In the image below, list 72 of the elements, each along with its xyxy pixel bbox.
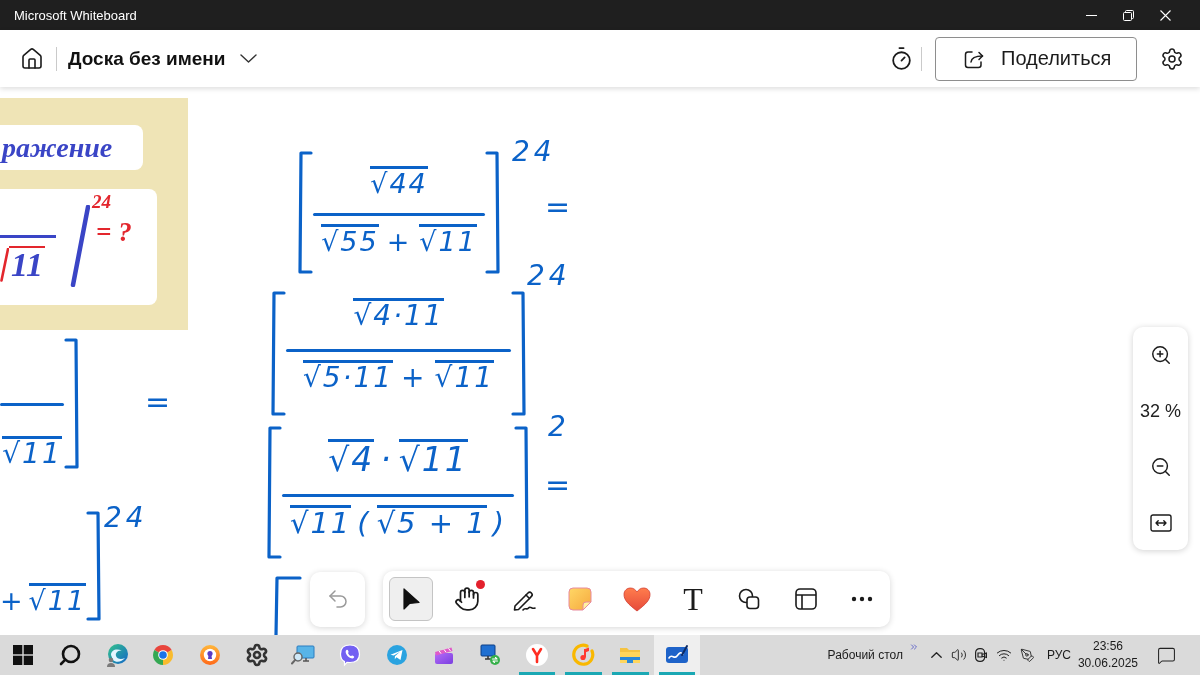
handwritten-term: √11 [28, 583, 87, 616]
handwritten-term: √11 [2, 436, 62, 470]
camera-icon[interactable] [974, 648, 987, 662]
home-icon [20, 46, 44, 71]
four-panes-icon [13, 645, 34, 665]
bracket-stroke [272, 575, 302, 635]
caret-up-icon[interactable] [930, 652, 942, 658]
settings-icon [244, 643, 269, 667]
minimize-icon [1086, 14, 1097, 16]
handwritten-equals-sign: = [145, 390, 171, 414]
handwritten-exponent: 24 [512, 138, 556, 166]
heart-icon [621, 585, 652, 613]
radical-sign-icon [0, 248, 9, 282]
slide-heading: ражение [2, 131, 113, 164]
handwritten-term: · [380, 439, 393, 479]
handwritten-exponent: 24 [527, 262, 571, 290]
y-logo-icon [524, 643, 549, 667]
pointer-icon [402, 588, 420, 610]
handwritten-term: ( [357, 505, 371, 541]
window-title: Microsoft Whiteboard [14, 7, 137, 23]
handwritten-term: √4·11 [353, 298, 444, 332]
handwritten-term: √11 [398, 439, 468, 479]
tricolor-ring-icon [151, 643, 176, 667]
close-icon [1160, 9, 1171, 21]
handwritten-term: √5·11 [302, 359, 394, 394]
handwritten-term: √11 [289, 505, 352, 541]
board-title-button[interactable]: Доска без имени [68, 47, 257, 70]
clock-button[interactable]: 23:56 30.06.2025 [1077, 638, 1138, 672]
language-indicator[interactable]: РУС [1046, 648, 1071, 662]
handwritten-term: + [386, 224, 412, 257]
slide-radicand: 11 [9, 246, 46, 282]
desktop-toolbar-button[interactable]: Рабочий стол [827, 648, 903, 662]
pen-icon[interactable] [1019, 647, 1035, 663]
chevron-down-icon [239, 54, 257, 63]
sticky-note-icon [566, 585, 595, 613]
handwritten-term: √11 [419, 223, 477, 257]
select-tool-button[interactable] [389, 577, 433, 621]
slide-exponent: 24 [92, 192, 111, 211]
hand-icon [454, 586, 481, 612]
wifi-icon[interactable] [995, 647, 1012, 663]
restore-icon [1123, 9, 1134, 21]
slide-equation-question: = ? [96, 219, 132, 246]
lock-ring-icon [198, 643, 223, 667]
zoom-in-icon [1149, 344, 1172, 366]
music-note-icon [571, 643, 596, 667]
handwritten-term: √5 + 1 [376, 505, 487, 541]
handwritten-equals-sign: = [545, 473, 571, 497]
handwritten-term: + [401, 359, 427, 394]
zoom-level: 32 % [1140, 400, 1181, 422]
handwritten-exponent: 24 [104, 504, 148, 532]
swirl-globe-icon [104, 643, 129, 667]
handwritten-term: √44 [370, 166, 428, 199]
speaker-icon[interactable] [950, 647, 967, 663]
share-button[interactable]: Поделиться [935, 36, 1137, 81]
fit-width-icon [1149, 514, 1172, 532]
search-icon [58, 643, 83, 667]
handwritten-equals-sign: = [545, 195, 571, 219]
handwritten-term: √4 [328, 439, 375, 479]
handwritten-term: ) [492, 505, 507, 541]
more-icon [851, 596, 874, 602]
settings-icon [1160, 46, 1184, 71]
zoom-out-icon [1149, 456, 1172, 478]
paper-plane-icon [384, 643, 409, 667]
network-computer-icon [478, 643, 503, 667]
phone-bubble-icon [338, 643, 363, 667]
handwritten-exponent: 2 [548, 413, 570, 441]
monitor-magnifier-icon [291, 643, 316, 667]
text-tool-button[interactable]: T [670, 577, 715, 621]
handwritten-term: √11 [434, 359, 495, 394]
notifications-icon[interactable] [1157, 645, 1176, 665]
handwritten-term: √55 [321, 223, 379, 257]
handwritten-term: + [0, 584, 25, 616]
